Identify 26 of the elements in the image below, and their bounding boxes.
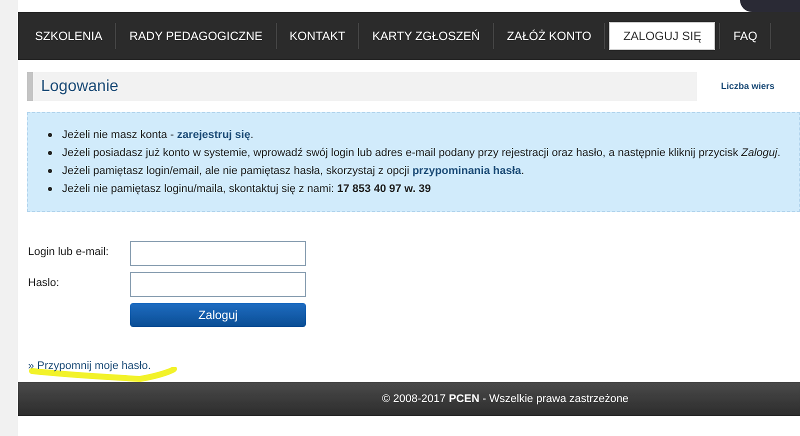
bullet-icon xyxy=(48,151,52,155)
input-field[interactable] xyxy=(130,272,306,297)
info-text: Jeżeli nie pamiętasz loginu/maila, skontaktuj się z nami: 17 853 40 97 w. 39 xyxy=(62,182,431,197)
info-text: Jeżeli pamiętasz login/email, ale nie pamiętasz hasła, skorzystaj z opcji przypominania hasła. xyxy=(62,164,524,179)
nav-tab[interactable]: KONTAKT xyxy=(276,22,358,50)
nav-tab[interactable]: SZKOLENIA xyxy=(22,22,116,50)
rows-link[interactable]: Liczba wiers xyxy=(721,80,775,94)
info-text: Jeżeli nie masz konta - zarejestruj się. xyxy=(62,128,254,143)
copyright-text: © 2008-2017 PCEN - Wszelkie prawa zastrzeżone xyxy=(382,392,629,407)
input-field[interactable] xyxy=(130,241,306,266)
bullet-icon xyxy=(48,187,52,191)
page-title: Logowanie xyxy=(41,76,118,96)
nav-tab[interactable]: ZALOGUJ SIĘ xyxy=(609,22,716,50)
nav-tab[interactable]: ZAŁÓŻ KONTO xyxy=(494,22,604,50)
bullet-icon xyxy=(48,169,52,173)
nav-tab[interactable]: RADY PEDAGOGICZNE xyxy=(116,22,276,50)
field-label: Haslo: xyxy=(28,276,60,291)
text-link[interactable]: zarejestruj się xyxy=(176,128,250,141)
remind-password-link[interactable]: » Przypomnij moje hasło. xyxy=(28,360,151,372)
text-link[interactable]: przypominania hasła xyxy=(412,164,522,177)
bullet-icon xyxy=(48,133,52,137)
login-button[interactable]: Zaloguj xyxy=(130,303,306,327)
info-text: Jeżeli posiadasz już konto w systemie, wprowadź swój login lub adres e-mail podany przy rejestracji oraz hasło, a następnie kliknij przycisk Zaloguj. xyxy=(62,146,780,161)
nav-tab[interactable]: KARTY ZGŁOSZEŃ xyxy=(359,22,493,50)
field-label: Login lub e-mail: xyxy=(28,245,110,260)
nav-tab[interactable]: FAQ xyxy=(720,22,770,50)
